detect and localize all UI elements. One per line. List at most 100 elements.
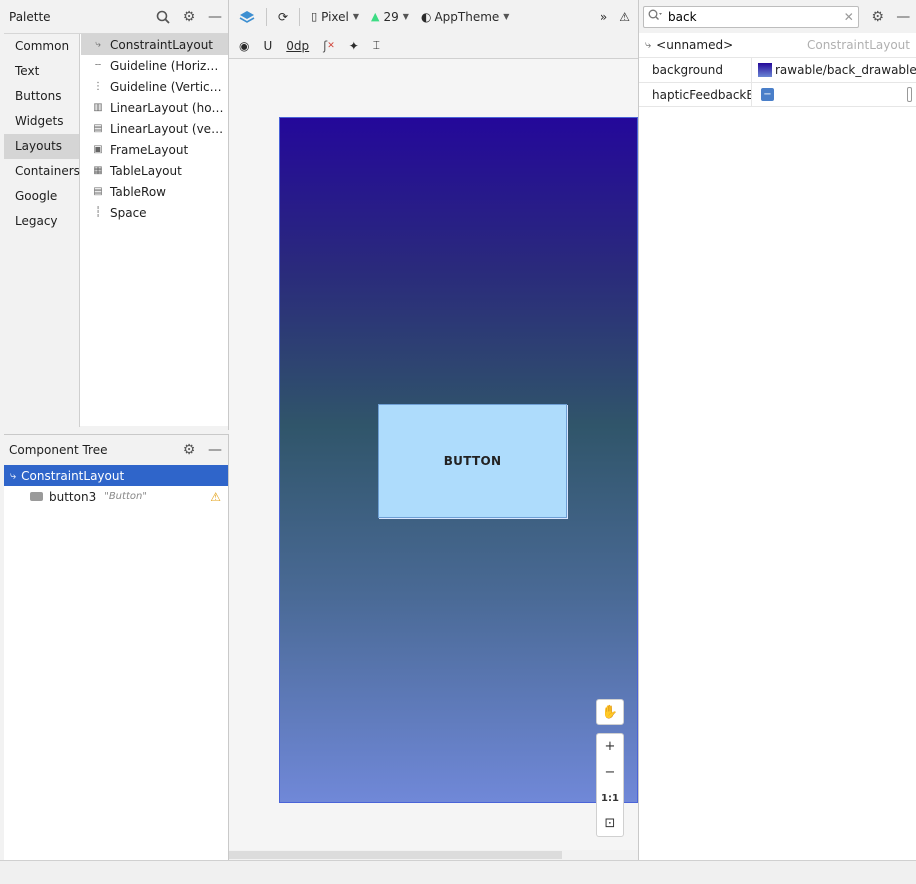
tree-item-label: ConstraintLayout: [21, 468, 125, 483]
theme-label: AppTheme: [434, 9, 500, 24]
android-icon: ▲: [371, 10, 380, 23]
gear-icon[interactable]: ⚙: [176, 439, 202, 461]
category-containers[interactable]: Containers: [4, 159, 80, 184]
attributes-search-field[interactable]: ✕: [643, 5, 859, 28]
attribute-row-haptic[interactable]: hapticFeedbackEn… −: [639, 82, 916, 107]
warning-icon[interactable]: ⚠: [615, 5, 634, 29]
tree-item-constraintlayout[interactable]: ⤷ ConstraintLayout: [4, 465, 228, 486]
widget-linearlayout-horizontal[interactable]: ▥ LinearLayout (ho…: [81, 97, 228, 118]
chevron-down-icon: ▼: [352, 12, 360, 21]
attribute-value-haptic[interactable]: −: [752, 87, 916, 102]
preview-button[interactable]: BUTTON: [378, 404, 567, 518]
default-margin-selector[interactable]: 0dp: [282, 34, 313, 58]
eye-icon[interactable]: ◉: [235, 34, 253, 58]
category-text[interactable]: Text: [4, 59, 79, 84]
magnet-icon[interactable]: U: [259, 34, 276, 58]
pan-hand-icon[interactable]: ✋: [596, 699, 624, 725]
widget-tablelayout[interactable]: ▦ TableLayout: [81, 160, 228, 181]
widget-label: TableLayout: [110, 163, 182, 178]
widget-linearlayout-vertical[interactable]: ▤ LinearLayout (ve…: [81, 118, 228, 139]
palette-categories: Common Text Buttons Widgets Layouts Cont…: [4, 34, 80, 427]
status-bar: [0, 860, 916, 884]
component-name: <unnamed>: [656, 38, 734, 52]
minimize-icon[interactable]: —: [202, 6, 228, 28]
attribute-key: hapticFeedbackEn…: [639, 83, 752, 106]
category-common[interactable]: Common: [4, 34, 79, 59]
widget-guideline-horizontal[interactable]: ┄ Guideline (Horiz…: [81, 55, 228, 76]
minimize-icon[interactable]: —: [202, 439, 228, 461]
category-google[interactable]: Google: [4, 184, 79, 209]
overflow-icon[interactable]: »: [596, 5, 611, 29]
zoom-out-button[interactable]: −: [596, 759, 624, 785]
color-swatch-icon: [758, 63, 772, 77]
constraint-layout-icon: ⤷: [95, 39, 101, 50]
constraint-toolbar: ◉ U 0dp ʃ ✕ ✦ ⌶: [229, 33, 638, 59]
attributes-search-bar: ✕ ⚙ —: [639, 0, 916, 33]
widget-guideline-vertical[interactable]: ⋮ Guideline (Vertic…: [81, 76, 228, 97]
attribute-row-background[interactable]: background rawable/back_drawable: [639, 57, 916, 82]
clear-search-icon[interactable]: ✕: [844, 10, 854, 24]
widget-label: Guideline (Vertic…: [110, 79, 222, 94]
zoom-in-button[interactable]: +: [596, 733, 624, 759]
minimize-icon[interactable]: —: [890, 6, 916, 28]
palette-title: Palette: [9, 9, 51, 24]
widget-space[interactable]: ┆ Space: [81, 202, 228, 223]
orientation-icon[interactable]: ⟳: [274, 5, 292, 29]
table-layout-icon: ▦: [93, 165, 103, 176]
component-tree-header: Component Tree ⚙ —: [4, 435, 228, 465]
zoom-actual-size-button[interactable]: 1:1: [596, 785, 624, 811]
gear-icon[interactable]: ⚙: [176, 6, 202, 28]
tristate-checkbox-icon[interactable]: −: [761, 88, 774, 101]
category-widgets[interactable]: Widgets: [4, 109, 79, 134]
align-icon[interactable]: ⌶: [369, 34, 384, 58]
linear-layout-vertical-icon: ▤: [93, 123, 103, 134]
design-canvas[interactable]: BUTTON ✋ + − 1:1 ⊡: [229, 59, 638, 850]
api-level-selector[interactable]: ▲ 29 ▼: [367, 5, 413, 29]
category-layouts[interactable]: Layouts: [4, 134, 79, 159]
phone-icon: ▯: [311, 10, 318, 23]
guideline-horizontal-icon: ┄: [94, 60, 102, 71]
linear-layout-horizontal-icon: ▥: [93, 102, 103, 113]
chevron-down-icon: ▼: [503, 12, 510, 21]
device-preview[interactable]: BUTTON: [279, 117, 638, 803]
attribute-value: rawable/back_drawable: [775, 63, 916, 77]
device-label: Pixel: [321, 9, 349, 24]
attribute-key: background: [639, 58, 752, 82]
gear-icon[interactable]: ⚙: [865, 6, 891, 28]
table-row-icon: ▤: [93, 186, 103, 197]
scrollbar-thumb[interactable]: [229, 851, 562, 859]
api-level-label: 29: [383, 9, 399, 24]
widget-constraintlayout[interactable]: ⤷ ConstraintLayout: [81, 34, 228, 55]
resource-picker-icon[interactable]: [907, 87, 912, 102]
widget-label: ConstraintLayout: [110, 37, 214, 52]
horizontal-scrollbar[interactable]: [229, 850, 638, 860]
widget-label: TableRow: [110, 184, 166, 199]
widget-tablerow[interactable]: ▤ TableRow: [81, 181, 228, 202]
theme-selector[interactable]: ◐ AppTheme ▼: [417, 5, 513, 29]
chevron-down-icon: ▼: [402, 12, 409, 21]
category-buttons[interactable]: Buttons: [4, 84, 79, 109]
search-icon[interactable]: [150, 6, 176, 28]
zoom-fit-icon[interactable]: ⊡: [596, 811, 624, 837]
palette-panel: Palette ⚙ — Common Text Buttons Widgets …: [4, 0, 229, 430]
tree-item-label: button3: [49, 489, 97, 504]
tree-item-button3[interactable]: button3 "Button" ⚠: [4, 486, 228, 507]
infer-constraints-icon[interactable]: ✦: [345, 34, 363, 58]
toolbar-separator: [266, 7, 267, 26]
attribute-value-background[interactable]: rawable/back_drawable: [752, 63, 916, 78]
layers-icon[interactable]: [235, 5, 259, 29]
widget-label: Guideline (Horiz…: [110, 58, 219, 73]
attributes-search-input[interactable]: [668, 9, 844, 24]
guideline-vertical-icon: ⋮: [93, 81, 103, 92]
warning-icon[interactable]: ⚠: [210, 490, 221, 504]
widget-label: LinearLayout (ho…: [110, 100, 224, 115]
category-legacy[interactable]: Legacy: [4, 209, 79, 234]
clear-constraints-icon[interactable]: ʃ ✕: [319, 34, 339, 58]
palette-body: Common Text Buttons Widgets Layouts Cont…: [4, 33, 228, 427]
device-selector[interactable]: ▯ Pixel ▼: [307, 5, 363, 29]
space-icon: ┆: [94, 207, 102, 218]
widget-framelayout[interactable]: ▣ FrameLayout: [81, 139, 228, 160]
theme-icon: ◐: [420, 9, 432, 24]
button-icon: [30, 492, 43, 501]
attributes-component-header: ⤷ <unnamed> ConstraintLayout: [639, 33, 916, 57]
